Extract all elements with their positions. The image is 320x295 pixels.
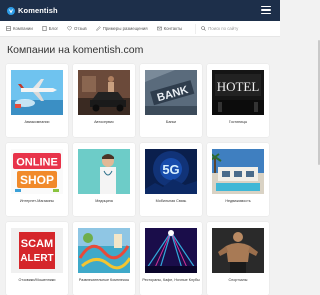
company-label: Развлекательные Комплексы <box>78 278 130 282</box>
search-input[interactable] <box>208 26 257 31</box>
nav-label: Отзыв <box>74 26 87 31</box>
company-card-banks[interactable]: BANK Банки <box>140 64 202 137</box>
company-card-gyms[interactable]: Спортзалы <box>207 222 269 295</box>
top-header: Komentish <box>0 0 280 21</box>
company-card-mobile[interactable]: 5G Мобильная Связь <box>140 143 202 216</box>
pencil-icon <box>95 26 101 31</box>
search-icon[interactable] <box>201 26 206 31</box>
company-label: Автосервис <box>94 120 114 124</box>
hotels-image: HOTEL <box>212 70 264 115</box>
hotel-sign-text: HOTEL <box>217 79 260 94</box>
company-card-airlines[interactable]: Авиакомпании <box>6 64 68 137</box>
logo-icon <box>7 6 15 15</box>
nav-item-review[interactable]: Отзыв <box>67 26 87 31</box>
company-card-hotels[interactable]: HOTEL Гостиницы <box>207 64 269 137</box>
company-card-restaurants[interactable]: Рестораны, Кафе, Ночные Клубы <box>140 222 202 295</box>
company-card-online-shops[interactable]: ONLINE SHOP Интернет-Магазины <box>6 143 68 216</box>
nav-label: Примеры размещения <box>102 26 148 31</box>
nav-item-companies[interactable]: Компании <box>6 26 33 31</box>
restaurants-image <box>145 228 197 273</box>
nav-item-contacts[interactable]: Контакты <box>156 26 183 31</box>
car-service-image <box>78 70 130 115</box>
medicine-image <box>78 149 130 194</box>
company-label: Недвижимость <box>225 199 251 203</box>
alert-text: ALERT <box>20 253 53 264</box>
logo-text: Komentish <box>18 6 58 15</box>
airlines-image <box>11 70 63 115</box>
nav-bar: Компании Блог Отзыв Примеры размещения К… <box>0 21 280 37</box>
scam-image: SCAM ALERT <box>11 228 63 273</box>
nav-label: Компании <box>13 26 33 31</box>
company-label: Отзовики/Мошенники <box>18 278 56 282</box>
search-box <box>195 23 257 34</box>
site-logo[interactable]: Komentish <box>7 6 58 15</box>
entertainment-image <box>78 228 130 273</box>
heart-icon <box>67 26 72 31</box>
scam-text: SCAM <box>21 238 53 250</box>
company-label: Банки <box>165 120 177 124</box>
envelope-icon <box>156 26 162 31</box>
fiveg-text: 5G <box>162 162 179 177</box>
document-icon <box>42 26 47 31</box>
nav-label: Контакты <box>163 26 183 31</box>
mobile-image: 5G <box>145 149 197 194</box>
company-label: Рестораны, Кафе, Ночные Клубы <box>142 278 200 282</box>
real-estate-image <box>212 149 264 194</box>
company-card-car-service[interactable]: Автосервис <box>73 64 135 137</box>
company-card-scam[interactable]: SCAM ALERT Отзовики/Мошенники <box>6 222 68 295</box>
company-label: Мобильная Связь <box>155 199 187 203</box>
company-label: Интернет-Магазины <box>19 199 55 203</box>
company-label: Гостиницы <box>228 120 248 124</box>
building-icon <box>6 26 11 31</box>
page-title: Компании на komentish.com <box>7 44 144 56</box>
company-label: Авиакомпании <box>24 120 50 124</box>
nav-label: Блог <box>48 26 59 31</box>
online-text: ONLINE <box>16 157 58 169</box>
company-label: Медицина <box>95 199 113 203</box>
shop-text: SHOP <box>20 173 54 187</box>
scrollbar-thumb[interactable] <box>317 40 320 165</box>
gyms-image <box>212 228 264 273</box>
company-card-real-estate[interactable]: Недвижимость <box>207 143 269 216</box>
company-card-entertainment[interactable]: Развлекательные Комплексы <box>73 222 135 295</box>
company-label: Спортзалы <box>228 278 248 282</box>
online-shops-image: ONLINE SHOP <box>11 149 63 194</box>
banks-image: BANK <box>145 70 197 115</box>
company-card-medicine[interactable]: Медицина <box>73 143 135 216</box>
hamburger-icon[interactable] <box>261 6 271 14</box>
nav-item-blog[interactable]: Блог <box>42 26 58 31</box>
nav-item-examples[interactable]: Примеры размещения <box>95 26 148 31</box>
companies-grid: Авиакомпании Автосервис BANK Банки HOTEL… <box>6 64 269 295</box>
